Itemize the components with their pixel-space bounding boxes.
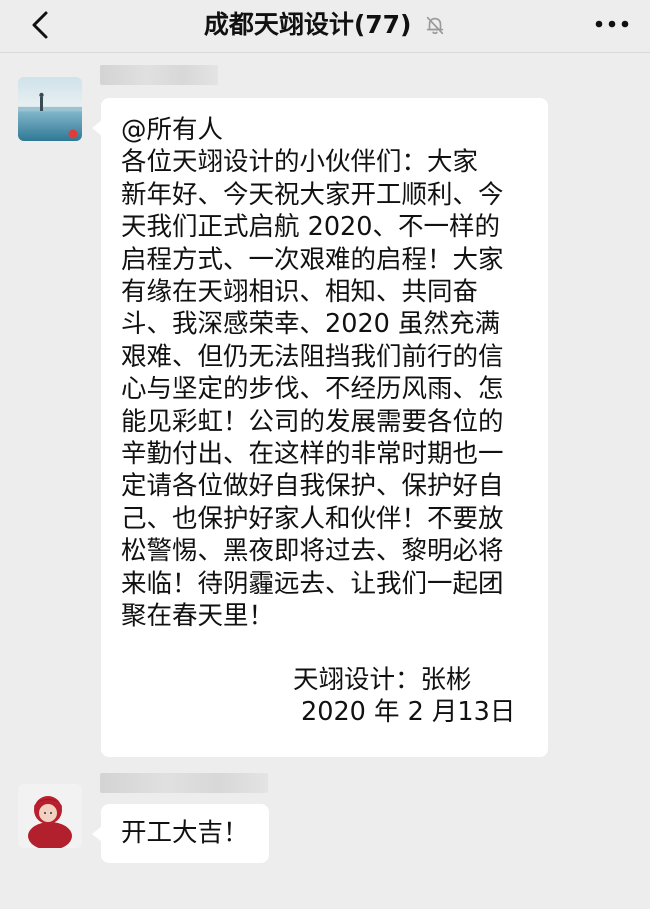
message-line: 能见彩虹！公司的发展需要各位的 — [121, 406, 504, 437]
message-line: 来临！待阴霾远去、让我们一起团 — [121, 568, 504, 599]
chat-header: 成都天翊设计(77) — [0, 0, 650, 53]
message-bubble[interactable]: @所有人 各位天翊设计的小伙伴们：大家 新年好、今天祝大家开工顺利、今 天我们正… — [92, 98, 548, 757]
more-options-button[interactable] — [594, 12, 630, 36]
avatar[interactable] — [18, 784, 82, 848]
sender-name-blurred — [100, 773, 268, 793]
signature-date: 2020 年 2 月13日 — [301, 696, 516, 727]
message-line: 新年好、今天祝大家开工顺利、今 — [121, 179, 504, 210]
signature-name: 天翊设计：张彬 — [293, 664, 472, 695]
chat-title: 成都天翊设计(77) — [203, 10, 412, 39]
message-line: 启程方式、一次艰难的启程！大家 — [121, 244, 504, 275]
message-line: 斗、我深感荣幸、2020 虽然充满 — [121, 309, 501, 340]
message-line: 聚在春天里！ — [121, 601, 275, 632]
message-line: 各位天翊设计的小伙伴们：大家 — [121, 147, 479, 178]
message-line: 天我们正式启航 2020、不一样的 — [121, 212, 501, 243]
message-text: 开工大吉！ — [121, 818, 249, 848]
message-line: 有缘在天翊相识、相知、共同奋 — [121, 277, 479, 308]
chat-title-area: 成都天翊设计(77) — [0, 8, 650, 42]
message-list[interactable]: @所有人 各位天翊设计的小伙伴们：大家 新年好、今天祝大家开工顺利、今 天我们正… — [0, 53, 650, 909]
message-line: 辛勤付出、在这样的非常时期也一 — [121, 439, 504, 470]
more-horizontal-icon — [595, 20, 629, 28]
mention-text: @所有人 — [121, 115, 224, 145]
message-bubble[interactable]: 开工大吉！ — [92, 804, 269, 863]
bell-off-icon — [427, 16, 444, 35]
message-line: 心与坚定的步伐、不经历风雨、怎 — [121, 374, 504, 405]
sender-name-blurred — [100, 65, 218, 85]
avatar[interactable] — [18, 77, 82, 141]
avatar-photo — [18, 77, 82, 141]
message-line: 定请各位做好自我保护、保护好自 — [121, 471, 504, 502]
message-line: 艰难、但仍无法阻挡我们前行的信 — [121, 341, 504, 372]
message-line: 松警惕、黑夜即将过去、黎明必将 — [121, 536, 504, 567]
message-line: 己、也保护好家人和伙伴！不要放 — [121, 503, 504, 534]
avatar-photo — [18, 784, 82, 848]
